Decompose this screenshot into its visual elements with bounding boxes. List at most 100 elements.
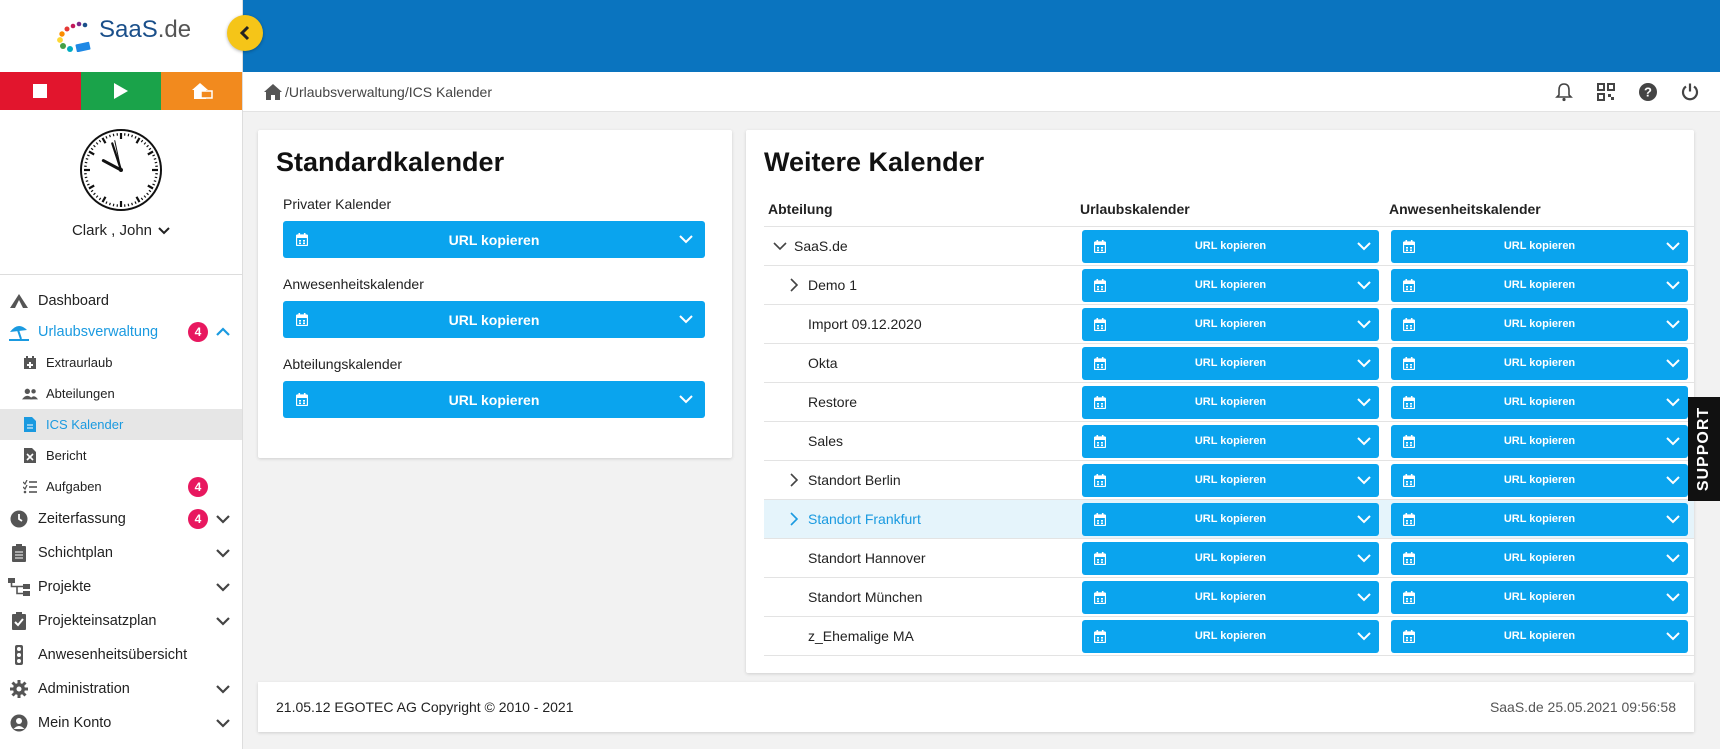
chevron-up-icon[interactable] bbox=[214, 323, 232, 341]
copy-url-button[interactable]: URL kopieren bbox=[1391, 541, 1688, 575]
start-button[interactable] bbox=[80, 72, 162, 110]
chevron-right-icon[interactable] bbox=[786, 511, 802, 527]
chevron-down-icon[interactable] bbox=[214, 510, 232, 528]
chevron-down-icon[interactable] bbox=[1357, 553, 1371, 563]
copy-url-button[interactable]: URL kopieren bbox=[1082, 229, 1379, 263]
chevron-down-icon[interactable] bbox=[1357, 319, 1371, 329]
copy-url-button[interactable]: URL kopieren bbox=[283, 221, 705, 258]
menu-item-bericht[interactable]: Bericht bbox=[0, 440, 242, 471]
chevron-down-icon[interactable] bbox=[1357, 397, 1371, 407]
chevron-down-icon[interactable] bbox=[1357, 241, 1371, 251]
home-icon[interactable] bbox=[263, 83, 283, 101]
chevron-down-icon[interactable] bbox=[1666, 241, 1680, 251]
menu-item-administration[interactable]: Administration bbox=[0, 672, 242, 706]
menu-item-anwesenheitsübersicht[interactable]: Anwesenheitsübersicht bbox=[0, 638, 242, 672]
chevron-down-icon[interactable] bbox=[1357, 475, 1371, 485]
chevron-down-icon[interactable] bbox=[1357, 631, 1371, 641]
qr-code-icon[interactable] bbox=[1596, 82, 1616, 102]
table-row[interactable]: z_Ehemalige MA URL kopieren URL kopieren bbox=[764, 616, 1694, 656]
copy-url-button[interactable]: URL kopieren bbox=[1082, 502, 1379, 536]
home-office-button[interactable] bbox=[161, 72, 243, 110]
table-row[interactable]: Import 09.12.2020 URL kopieren URL kopiere… bbox=[764, 304, 1694, 344]
chevron-down-icon[interactable] bbox=[214, 544, 232, 562]
copy-url-button[interactable]: URL kopieren bbox=[1082, 541, 1379, 575]
chevron-down-icon[interactable] bbox=[1666, 514, 1680, 524]
chevron-down-icon[interactable] bbox=[1666, 592, 1680, 602]
menu-item-extraurlaub[interactable]: Extraurlaub bbox=[0, 347, 242, 378]
menu-item-ics-kalender[interactable]: ICS Kalender bbox=[0, 409, 242, 440]
chevron-right-icon[interactable] bbox=[786, 277, 802, 293]
chevron-down-icon[interactable] bbox=[679, 315, 693, 324]
table-row[interactable]: Sales URL kopieren URL kopieren bbox=[764, 421, 1694, 461]
copy-url-button[interactable]: URL kopieren bbox=[1082, 580, 1379, 614]
logo[interactable]: SaaS.de bbox=[0, 0, 242, 72]
copy-url-button[interactable]: URL kopieren bbox=[1391, 424, 1688, 458]
menu-item-dashboard[interactable]: Dashboard bbox=[0, 285, 242, 316]
table-row[interactable]: Demo 1 URL kopieren URL kopieren bbox=[764, 265, 1694, 305]
menu-item-schichtplan[interactable]: Schichtplan bbox=[0, 536, 242, 570]
chevron-down-icon[interactable] bbox=[214, 680, 232, 698]
copy-url-button[interactable]: URL kopieren bbox=[1391, 229, 1688, 263]
copy-url-button[interactable]: URL kopieren bbox=[1082, 424, 1379, 458]
table-row[interactable]: Restore URL kopieren URL kopieren bbox=[764, 382, 1694, 422]
copy-url-button[interactable]: URL kopieren bbox=[1082, 463, 1379, 497]
copy-url-button[interactable]: URL kopieren bbox=[1391, 619, 1688, 653]
chevron-down-icon[interactable] bbox=[1357, 280, 1371, 290]
chevron-down-icon[interactable] bbox=[1666, 280, 1680, 290]
chevron-down-icon[interactable] bbox=[1357, 514, 1371, 524]
copy-url-button[interactable]: URL kopieren bbox=[1082, 307, 1379, 341]
table-row[interactable]: SaaS.de URL kopieren URL kopieren bbox=[764, 226, 1694, 266]
copy-url-button[interactable]: URL kopieren bbox=[1391, 307, 1688, 341]
copy-url-button[interactable]: URL kopieren bbox=[1082, 385, 1379, 419]
menu-item-projekte[interactable]: Projekte bbox=[0, 570, 242, 604]
support-tab[interactable]: SUPPORT bbox=[1688, 397, 1720, 501]
chevron-down-icon[interactable] bbox=[1666, 631, 1680, 641]
chevron-down-icon[interactable] bbox=[1666, 319, 1680, 329]
chevron-down-icon[interactable] bbox=[1666, 436, 1680, 446]
chevron-down-icon[interactable] bbox=[1357, 592, 1371, 602]
chevron-down-icon[interactable] bbox=[1666, 475, 1680, 485]
copy-url-button[interactable]: URL kopieren bbox=[1391, 268, 1688, 302]
bell-icon[interactable] bbox=[1554, 82, 1574, 102]
chevron-down-icon[interactable] bbox=[214, 714, 232, 732]
copy-url-button[interactable]: URL kopieren bbox=[283, 301, 705, 338]
chevron-down-icon[interactable] bbox=[214, 578, 232, 596]
copy-url-button[interactable]: URL kopieren bbox=[1082, 268, 1379, 302]
table-row[interactable]: Standort München URL kopieren URL kopieren bbox=[764, 577, 1694, 617]
copy-url-button[interactable]: URL kopieren bbox=[1391, 385, 1688, 419]
chevron-down-icon[interactable] bbox=[772, 238, 788, 254]
chevron-down-icon[interactable] bbox=[679, 235, 693, 244]
power-icon[interactable] bbox=[1680, 82, 1700, 102]
department-name: z_Ehemalige MA bbox=[808, 628, 914, 644]
menu-item-mein-konto[interactable]: Mein Konto bbox=[0, 706, 242, 740]
chevron-down-icon[interactable] bbox=[1357, 358, 1371, 368]
menu-item-urlaubsverwaltung[interactable]: Urlaubsverwaltung 4 bbox=[0, 316, 242, 347]
user-menu[interactable]: Clark , John bbox=[72, 222, 170, 239]
copy-url-button[interactable]: URL kopieren bbox=[1391, 346, 1688, 380]
table-row[interactable]: Standort Frankfurt URL kopieren URL kopier… bbox=[764, 499, 1694, 539]
copy-url-button[interactable]: URL kopieren bbox=[1082, 346, 1379, 380]
help-icon[interactable]: ? bbox=[1638, 82, 1658, 102]
table-row[interactable]: Okta URL kopieren URL kopieren bbox=[764, 343, 1694, 383]
chevron-down-icon[interactable] bbox=[1666, 358, 1680, 368]
stop-button[interactable] bbox=[0, 72, 81, 110]
chevron-down-icon[interactable] bbox=[1666, 553, 1680, 563]
copy-url-button[interactable]: URL kopieren bbox=[1391, 502, 1688, 536]
chevron-down-icon[interactable] bbox=[1357, 436, 1371, 446]
chevron-down-icon[interactable] bbox=[679, 395, 693, 404]
menu-item-abteilungen[interactable]: Abteilungen bbox=[0, 378, 242, 409]
copy-url-button[interactable]: URL kopieren bbox=[1391, 463, 1688, 497]
chevron-down-icon[interactable] bbox=[1666, 397, 1680, 407]
copy-url-button[interactable]: URL kopieren bbox=[283, 381, 705, 418]
table-row[interactable]: Standort Berlin URL kopieren URL kopieren bbox=[764, 460, 1694, 500]
copy-url-button[interactable]: URL kopieren bbox=[1082, 619, 1379, 653]
chevron-right-icon[interactable] bbox=[786, 472, 802, 488]
chevron-down-icon[interactable] bbox=[214, 612, 232, 630]
menu-item-zeiterfassung[interactable]: Zeiterfassung 4 bbox=[0, 502, 242, 536]
breadcrumb-path[interactable]: /Urlaubsverwaltung/ICS Kalender bbox=[285, 84, 492, 100]
table-row[interactable]: Standort Hannover URL kopieren URL kopiere… bbox=[764, 538, 1694, 578]
copy-url-button[interactable]: URL kopieren bbox=[1391, 580, 1688, 614]
menu-item-aufgaben[interactable]: Aufgaben 4 bbox=[0, 471, 242, 502]
collapse-sidebar-button[interactable] bbox=[227, 15, 263, 51]
menu-item-projekteinsatzplan[interactable]: Projekteinsatzplan bbox=[0, 604, 242, 638]
